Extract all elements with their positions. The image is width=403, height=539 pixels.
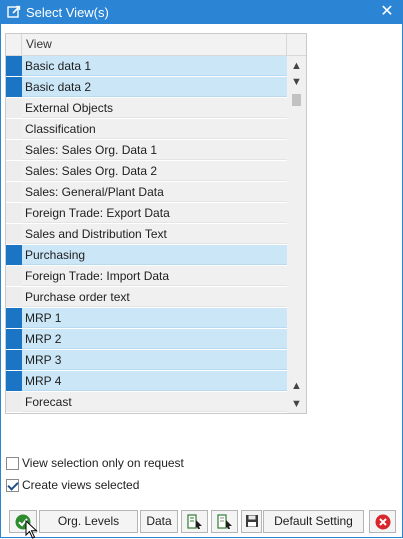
row-label[interactable]: Basic data 2	[22, 77, 287, 97]
row-selector[interactable]	[6, 119, 22, 139]
table-row[interactable]: Forecast	[6, 392, 287, 413]
row-selector[interactable]	[6, 56, 22, 76]
row-selector[interactable]	[6, 371, 22, 391]
select-all-column-header[interactable]	[6, 34, 22, 55]
cancel-icon	[375, 514, 390, 530]
page-up-icon[interactable]: ▲	[287, 378, 306, 394]
scroll-down-icon[interactable]: ▼	[287, 74, 306, 90]
row-selector[interactable]	[6, 392, 22, 412]
table-row[interactable]: Foreign Trade: Import Data	[6, 266, 287, 287]
row-label[interactable]: Sales: Sales Org. Data 1	[22, 140, 287, 160]
views-table: View Basic data 1 Basic data 2 External Ob…	[5, 33, 307, 414]
row-selector[interactable]	[6, 203, 22, 223]
row-label[interactable]: Purchase order text	[22, 287, 287, 307]
select-all-icon	[186, 514, 202, 529]
select-all-button[interactable]	[181, 510, 208, 533]
dialog-title: Select View(s)	[26, 5, 109, 20]
row-label[interactable]: MRP 4	[22, 371, 287, 391]
row-selector[interactable]	[6, 77, 22, 97]
row-selector[interactable]	[6, 161, 22, 181]
data-button[interactable]: Data	[140, 510, 178, 533]
deselect-all-button[interactable]	[211, 510, 238, 533]
table-row[interactable]: Sales: General/Plant Data	[6, 182, 287, 203]
row-selector[interactable]	[6, 287, 22, 307]
row-label[interactable]: Foreign Trade: Import Data	[22, 266, 287, 286]
table-row[interactable]: Foreign Trade: Export Data	[6, 203, 287, 224]
table-row[interactable]: Basic data 1	[6, 56, 287, 77]
table-row[interactable]: Sales: Sales Org. Data 2	[6, 161, 287, 182]
row-selector[interactable]	[6, 182, 22, 202]
header-corner	[287, 34, 306, 55]
table-row[interactable]: External Objects	[6, 98, 287, 119]
org-levels-button[interactable]: Org. Levels	[39, 510, 138, 533]
table-row[interactable]: Sales and Distribution Text	[6, 224, 287, 245]
table-row[interactable]: MRP 2	[6, 329, 287, 350]
row-selector[interactable]	[6, 98, 22, 118]
table-row[interactable]: Classification	[6, 119, 287, 140]
option-view-selection-on-request[interactable]: View selection only on request	[6, 455, 184, 471]
cancel-button[interactable]	[369, 510, 396, 533]
row-selector[interactable]	[6, 224, 22, 244]
title-bar: Select View(s) ✕	[1, 1, 402, 24]
table-row[interactable]: Sales: Sales Org. Data 1	[6, 140, 287, 161]
select-view-icon	[7, 5, 21, 18]
row-selector[interactable]	[6, 308, 22, 328]
scroll-up-icon[interactable]: ▲	[287, 58, 306, 74]
row-selector[interactable]	[6, 329, 22, 349]
row-selector[interactable]	[6, 245, 22, 265]
row-label[interactable]: Purchasing	[22, 245, 287, 265]
row-selector[interactable]	[6, 266, 22, 286]
row-label[interactable]: External Objects	[22, 98, 287, 118]
row-label[interactable]: Basic data 1	[22, 56, 287, 76]
view-selection-on-request-label: View selection only on request	[22, 456, 184, 470]
table-header: View	[6, 34, 306, 56]
table-row[interactable]: MRP 3	[6, 350, 287, 371]
row-selector[interactable]	[6, 140, 22, 160]
row-label[interactable]: Forecast	[22, 392, 287, 412]
row-label[interactable]: MRP 1	[22, 308, 287, 328]
row-label[interactable]: MRP 2	[22, 329, 287, 349]
row-label[interactable]: MRP 3	[22, 350, 287, 370]
row-label[interactable]: Classification	[22, 119, 287, 139]
table-row[interactable]: MRP 1	[6, 308, 287, 329]
default-setting-button[interactable]: Default Setting	[263, 510, 364, 533]
scroll-thumb[interactable]	[292, 94, 301, 106]
table-row[interactable]: Basic data 2	[6, 77, 287, 98]
table-row[interactable]: Purchase order text	[6, 287, 287, 308]
create-views-selected-checkbox[interactable]	[6, 478, 19, 492]
row-label[interactable]: Sales: General/Plant Data	[22, 182, 287, 202]
table-row[interactable]: MRP 4	[6, 371, 287, 392]
close-icon[interactable]: ✕	[378, 3, 396, 21]
page-down-icon[interactable]: ▼	[287, 396, 306, 412]
table-rows: Basic data 1 Basic data 2 External Objects…	[6, 56, 287, 413]
mouse-cursor-icon	[25, 520, 38, 539]
column-header-view[interactable]: View	[22, 34, 287, 55]
create-views-selected-label: Create views selected	[22, 478, 140, 492]
save-icon	[245, 515, 258, 527]
vertical-scrollbar[interactable]: ▲ ▼ ▲ ▼	[287, 56, 306, 413]
deselect-all-icon	[216, 514, 232, 529]
view-selection-on-request-checkbox[interactable]	[6, 456, 19, 470]
row-selector[interactable]	[6, 350, 22, 370]
save-default-button[interactable]	[241, 510, 262, 533]
row-label[interactable]: Sales: Sales Org. Data 2	[22, 161, 287, 181]
dialog-toolbar: Org. Levels Data Default Setting	[1, 510, 402, 534]
row-label[interactable]: Sales and Distribution Text	[22, 224, 287, 244]
table-row[interactable]: Purchasing	[6, 245, 287, 266]
select-views-dialog: Select View(s) ✕ View Basic data 1 Basic …	[0, 0, 403, 539]
row-label[interactable]: Foreign Trade: Export Data	[22, 203, 287, 223]
option-create-views-selected[interactable]: Create views selected	[6, 477, 139, 493]
